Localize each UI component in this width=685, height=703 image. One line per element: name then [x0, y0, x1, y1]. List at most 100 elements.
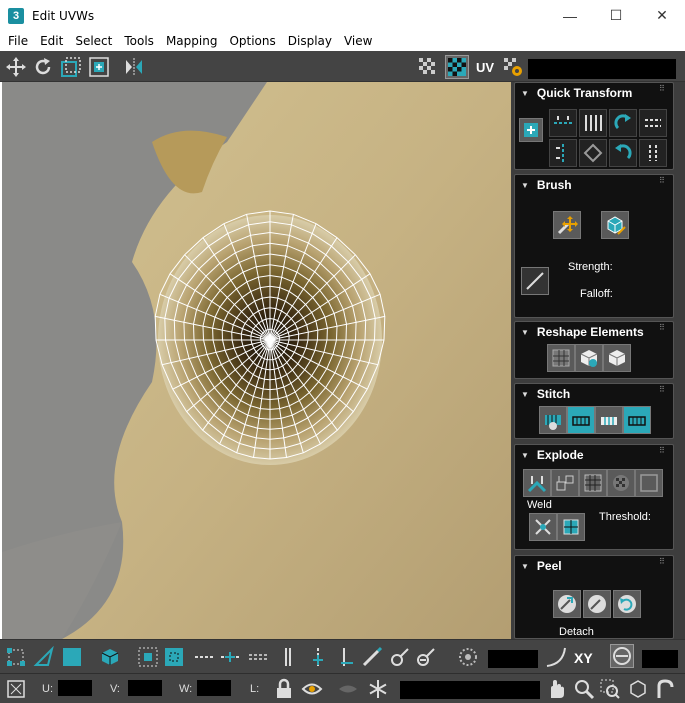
rotate-icon[interactable] [31, 55, 55, 79]
explode-title[interactable]: ▼ Explode [521, 448, 584, 462]
limit-selection-icon[interactable] [610, 644, 634, 668]
grip-icon[interactable]: ⠿ [659, 85, 667, 95]
space-horizontal-icon[interactable] [579, 109, 607, 137]
peel-mode-icon[interactable] [583, 590, 611, 618]
align-vertical-icon[interactable] [549, 139, 577, 167]
break-icon[interactable] [523, 469, 551, 497]
soft-selection-field[interactable] [488, 650, 538, 668]
freeze-icon[interactable] [366, 677, 390, 701]
menu-mapping[interactable]: Mapping [162, 34, 222, 48]
w-field[interactable] [197, 680, 231, 696]
reset-peel-icon[interactable] [613, 590, 641, 618]
flip-vertical-icon[interactable] [639, 139, 667, 167]
zoom-extents-icon[interactable] [626, 677, 650, 701]
menu-display[interactable]: Display [284, 34, 336, 48]
loop-shrink-icon[interactable] [334, 645, 358, 669]
vertex-mode-icon[interactable] [4, 645, 28, 669]
mirror-icon[interactable] [122, 55, 146, 79]
ring-shrink-icon[interactable] [276, 645, 300, 669]
grip-icon[interactable]: ⠿ [659, 558, 667, 568]
ring-select-icon[interactable] [246, 645, 270, 669]
falloff-field[interactable] [642, 650, 678, 668]
hide-icon[interactable] [336, 677, 360, 701]
ring-grow-icon[interactable] [306, 645, 330, 669]
stitch-custom-icon[interactable] [539, 406, 567, 434]
flatten-icon[interactable] [607, 469, 635, 497]
selection-set-field[interactable] [400, 681, 540, 699]
loop-select-icon[interactable] [192, 645, 216, 669]
xy-space-label[interactable]: XY [574, 650, 593, 666]
relax-brush-icon[interactable] [601, 211, 629, 239]
weld-all-icon[interactable] [557, 513, 585, 541]
grip-icon[interactable]: ⠿ [659, 447, 667, 457]
uv-options-icon[interactable] [501, 55, 525, 79]
stitch-average-icon[interactable] [595, 406, 623, 434]
move-icon[interactable] [4, 55, 28, 79]
stitch-title[interactable]: ▼ Stitch [521, 387, 570, 401]
paint-grow-icon[interactable] [388, 645, 412, 669]
absolute-offset-icon[interactable] [4, 677, 28, 701]
polygon-mode-icon[interactable] [60, 645, 84, 669]
rectangle-icon[interactable] [603, 344, 631, 372]
panel-scrollbar[interactable] [678, 82, 685, 639]
menu-select[interactable]: Select [71, 34, 116, 48]
zoom-icon[interactable] [572, 677, 596, 701]
zoom-to-gizmo-icon[interactable] [654, 677, 678, 701]
peel-title[interactable]: ▼ Peel [521, 559, 562, 573]
brush-title[interactable]: ▼ Brush [521, 178, 572, 192]
relax-icon[interactable] [575, 344, 603, 372]
paint-select-icon[interactable] [360, 645, 384, 669]
weld-selected-icon[interactable] [529, 513, 557, 541]
align-horizontal-icon[interactable] [549, 109, 577, 137]
grip-icon[interactable]: ⠿ [659, 324, 667, 334]
paint-shrink-icon[interactable] [414, 645, 438, 669]
edge-mode-icon[interactable] [32, 645, 56, 669]
rotate-ccw-icon[interactable] [609, 109, 637, 137]
minimize-button[interactable]: — [547, 0, 593, 31]
close-button[interactable]: ✕ [639, 0, 685, 31]
grip-icon[interactable]: ⠿ [659, 177, 667, 187]
explode-by-smoothing-icon[interactable] [551, 469, 579, 497]
stitch-to-target-icon[interactable] [623, 406, 651, 434]
menu-tools[interactable]: Tools [120, 34, 158, 48]
loop-grow-icon[interactable] [218, 645, 242, 669]
uv-viewport[interactable] [2, 82, 511, 639]
quick-transform-title[interactable]: ▼ Quick Transform [521, 86, 632, 100]
shrink-selection-icon[interactable] [162, 645, 186, 669]
checker-texture-icon[interactable] [445, 55, 469, 79]
distribute-icon[interactable] [579, 139, 607, 167]
lock-icon[interactable] [272, 677, 296, 701]
freeform-icon[interactable] [87, 55, 111, 79]
menu-view[interactable]: View [340, 34, 376, 48]
menu-file[interactable]: File [4, 34, 32, 48]
uv-canvas[interactable] [2, 82, 511, 639]
quick-peel-icon[interactable] [553, 590, 581, 618]
u-field[interactable] [58, 680, 92, 696]
show-hidden-icon[interactable] [300, 677, 324, 701]
texture-dropdown[interactable] [528, 59, 676, 79]
scale-icon[interactable] [59, 55, 83, 79]
flip-horizontal-icon[interactable] [639, 109, 667, 137]
grip-icon[interactable]: ⠿ [659, 386, 667, 396]
reshape-title[interactable]: ▼ Reshape Elements [521, 325, 644, 339]
falloff-curve-icon[interactable] [544, 645, 568, 669]
menu-options[interactable]: Options [225, 34, 279, 48]
paint-move-icon[interactable] [553, 211, 581, 239]
pivot-icon[interactable] [519, 118, 543, 142]
explode-by-material-icon[interactable] [579, 469, 607, 497]
zoom-region-icon[interactable] [598, 677, 622, 701]
menu-edit[interactable]: Edit [36, 34, 67, 48]
maximize-button[interactable]: ☐ [593, 0, 639, 31]
checker-pattern-icon[interactable] [416, 55, 440, 79]
brush-curve-icon[interactable] [521, 267, 549, 295]
v-field[interactable] [128, 680, 162, 696]
grow-selection-icon[interactable] [136, 645, 160, 669]
pan-icon[interactable] [544, 677, 568, 701]
uv-label[interactable]: UV [476, 60, 494, 75]
element-mode-icon[interactable] [98, 645, 122, 669]
stitch-to-source-icon[interactable] [567, 406, 595, 434]
explode-options-icon[interactable] [635, 469, 663, 497]
soft-selection-icon[interactable] [456, 645, 480, 669]
rotate-cw-icon[interactable] [609, 139, 637, 167]
straighten-icon[interactable] [547, 344, 575, 372]
